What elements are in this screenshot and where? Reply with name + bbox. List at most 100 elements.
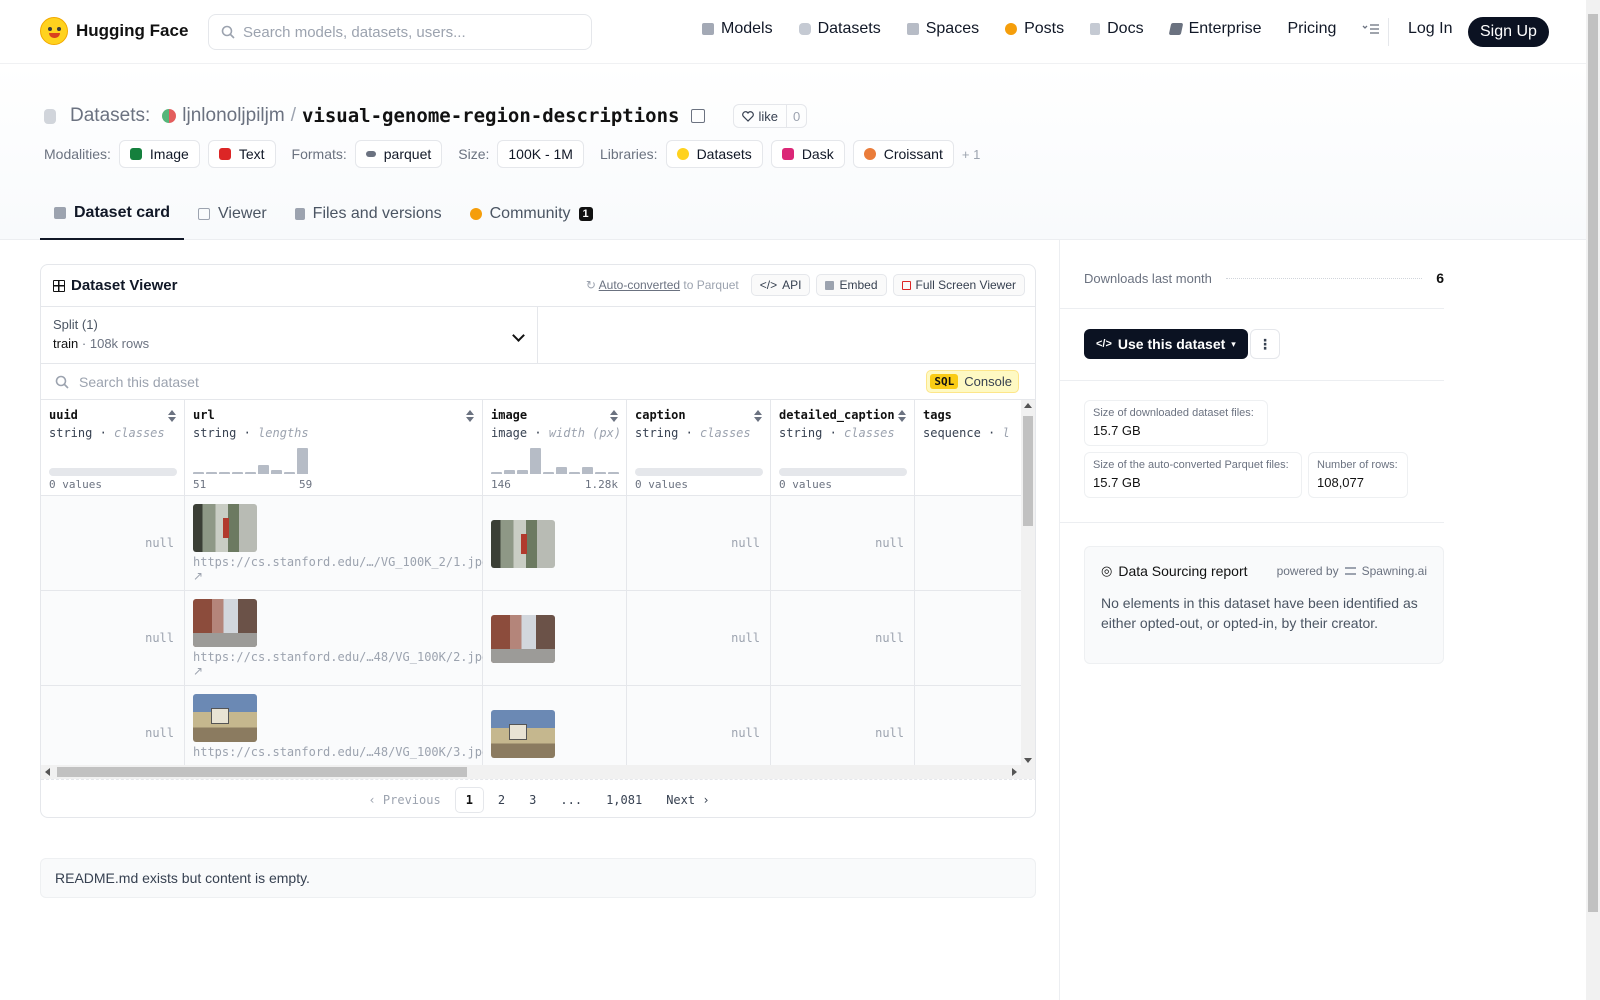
- library-dask-tag[interactable]: Dask: [770, 140, 845, 168]
- nav-more-menu[interactable]: [1362, 23, 1380, 35]
- like-button[interactable]: like 0: [733, 104, 808, 128]
- nav-spaces[interactable]: Spaces: [906, 20, 979, 38]
- tab-dataset-card[interactable]: Dataset card: [40, 188, 185, 240]
- format-parquet-tag[interactable]: parquet: [354, 140, 443, 168]
- histogram-bar[interactable]: [595, 472, 606, 474]
- full-screen-button[interactable]: Full Screen Viewer: [892, 274, 1025, 296]
- auto-converted-link[interactable]: Auto-converted: [599, 278, 680, 292]
- image-preview[interactable]: [491, 520, 555, 568]
- previous-page-button[interactable]: ‹ Previous: [358, 788, 450, 812]
- row-image-thumbnail[interactable]: [193, 504, 257, 552]
- table-cell[interactable]: null: [627, 591, 770, 686]
- api-button[interactable]: </> API: [750, 274, 811, 296]
- table-cell[interactable]: null: [771, 496, 914, 591]
- nav-posts[interactable]: Posts: [1005, 20, 1064, 38]
- library-datasets-tag[interactable]: Datasets: [665, 140, 763, 168]
- scrollbar-thumb[interactable]: [1023, 416, 1033, 526]
- use-this-dataset-button[interactable]: </> Use this dataset ▾: [1084, 329, 1248, 359]
- table-cell[interactable]: https://cs.stanford.edu/…/VG_100K_2/1.jp…: [185, 496, 489, 591]
- histogram-bar[interactable]: [284, 472, 295, 474]
- scroll-right-arrow-icon[interactable]: [1012, 768, 1017, 776]
- modality-text-tag[interactable]: Text: [207, 140, 276, 168]
- more-libraries[interactable]: + 1: [962, 147, 980, 162]
- external-link-icon[interactable]: ↗: [193, 569, 203, 583]
- column-header-image[interactable]: image image · width (px) 146 1.28k: [483, 400, 626, 496]
- histogram-bar[interactable]: [297, 448, 308, 474]
- table-cell[interactable]: null: [627, 496, 770, 591]
- sql-console-button[interactable]: SQL Console: [926, 370, 1019, 393]
- tab-viewer[interactable]: Viewer: [184, 188, 281, 240]
- column-header-caption[interactable]: caption string · classes 0 values: [627, 400, 770, 496]
- more-options-button[interactable]: ⋮: [1250, 329, 1280, 359]
- spawning-link[interactable]: Spawning.ai: [1362, 564, 1427, 578]
- histogram-bar[interactable]: [258, 465, 269, 474]
- embed-button[interactable]: Embed: [816, 274, 887, 296]
- histogram-bar[interactable]: [206, 472, 217, 474]
- page-vertical-scrollbar[interactable]: [1586, 0, 1600, 1000]
- table-horizontal-scrollbar[interactable]: [41, 765, 1035, 779]
- table-cell[interactable]: [483, 591, 626, 686]
- page-2-button[interactable]: 2: [488, 788, 515, 812]
- histogram-bar[interactable]: [193, 472, 204, 474]
- table-cell[interactable]: https://cs.stanford.edu/…48/VG_100K/2.jp…: [185, 591, 489, 686]
- nav-datasets[interactable]: Datasets: [798, 20, 881, 38]
- signup-button[interactable]: Sign Up: [1468, 17, 1549, 47]
- sort-icon[interactable]: [898, 410, 906, 422]
- table-cell[interactable]: [915, 686, 1025, 766]
- library-croissant-tag[interactable]: Croissant: [852, 140, 954, 168]
- table-vertical-scrollbar[interactable]: [1021, 400, 1035, 766]
- image-preview[interactable]: [491, 710, 555, 758]
- copy-icon[interactable]: [691, 109, 706, 123]
- histogram-bar[interactable]: [569, 472, 580, 474]
- home-logo[interactable]: Hugging Face: [40, 17, 188, 45]
- tab-files[interactable]: Files and versions: [281, 188, 456, 240]
- url-link[interactable]: https://cs.stanford.edu/…48/VG_100K/3.jp…: [193, 745, 489, 759]
- histogram-bar[interactable]: [504, 470, 515, 474]
- histogram-bar[interactable]: [517, 470, 528, 474]
- sort-icon[interactable]: [610, 410, 618, 422]
- page-3-button[interactable]: 3: [519, 788, 546, 812]
- scroll-down-arrow-icon[interactable]: [1024, 758, 1032, 763]
- row-image-thumbnail[interactable]: [193, 694, 257, 742]
- histogram-bar[interactable]: [491, 472, 502, 474]
- nav-models[interactable]: Models: [702, 20, 773, 38]
- histogram-bar[interactable]: [232, 472, 243, 474]
- scroll-left-arrow-icon[interactable]: [45, 768, 50, 776]
- histogram-bar[interactable]: [543, 472, 554, 474]
- external-link-icon[interactable]: ↗: [193, 664, 203, 678]
- repo-name[interactable]: visual-genome-region-descriptions: [302, 105, 680, 127]
- tab-community[interactable]: Community 1: [456, 188, 607, 240]
- column-header-url[interactable]: url string · lengths 51 59: [185, 400, 482, 496]
- size-tag[interactable]: 100K - 1M: [497, 140, 584, 168]
- modality-image-tag[interactable]: Image: [118, 140, 200, 168]
- split-selector[interactable]: Split (1) train · 108k rows: [41, 307, 538, 364]
- global-search[interactable]: [208, 14, 592, 50]
- sort-icon[interactable]: [754, 410, 762, 422]
- histogram-bar[interactable]: [530, 448, 541, 474]
- search-input[interactable]: [243, 23, 563, 41]
- scrollbar-thumb[interactable]: [1588, 14, 1598, 912]
- column-header-detailed-caption[interactable]: detailed_caption string · classes 0 valu…: [771, 400, 914, 496]
- dataset-search-input[interactable]: [79, 373, 479, 390]
- column-header-tags[interactable]: tags sequence · l: [915, 400, 1025, 496]
- image-preview[interactable]: [491, 615, 555, 663]
- scrollbar-thumb[interactable]: [57, 767, 467, 777]
- sort-icon[interactable]: [168, 410, 176, 422]
- histogram-bar[interactable]: [271, 470, 282, 474]
- next-page-button[interactable]: Next ›: [656, 788, 719, 812]
- table-cell[interactable]: [915, 496, 1025, 591]
- nav-pricing[interactable]: Pricing: [1287, 20, 1336, 38]
- nav-docs[interactable]: Docs: [1090, 20, 1144, 38]
- nav-enterprise[interactable]: Enterprise: [1168, 20, 1261, 38]
- sort-icon[interactable]: [466, 410, 474, 422]
- login-link[interactable]: Log In: [1408, 20, 1452, 38]
- histogram-bar[interactable]: [245, 472, 256, 474]
- histogram-bar[interactable]: [556, 467, 567, 474]
- url-link[interactable]: https://cs.stanford.edu/…/VG_100K_2/1.jp…: [193, 555, 489, 569]
- table-cell[interactable]: null: [41, 591, 184, 686]
- histogram-bar[interactable]: [582, 467, 593, 474]
- histogram-bar[interactable]: [608, 472, 619, 474]
- page-1-button[interactable]: 1: [454, 786, 484, 813]
- owner-link[interactable]: ljnlonoljpiljm: [182, 105, 284, 127]
- url-link[interactable]: https://cs.stanford.edu/…48/VG_100K/2.jp…: [193, 650, 489, 664]
